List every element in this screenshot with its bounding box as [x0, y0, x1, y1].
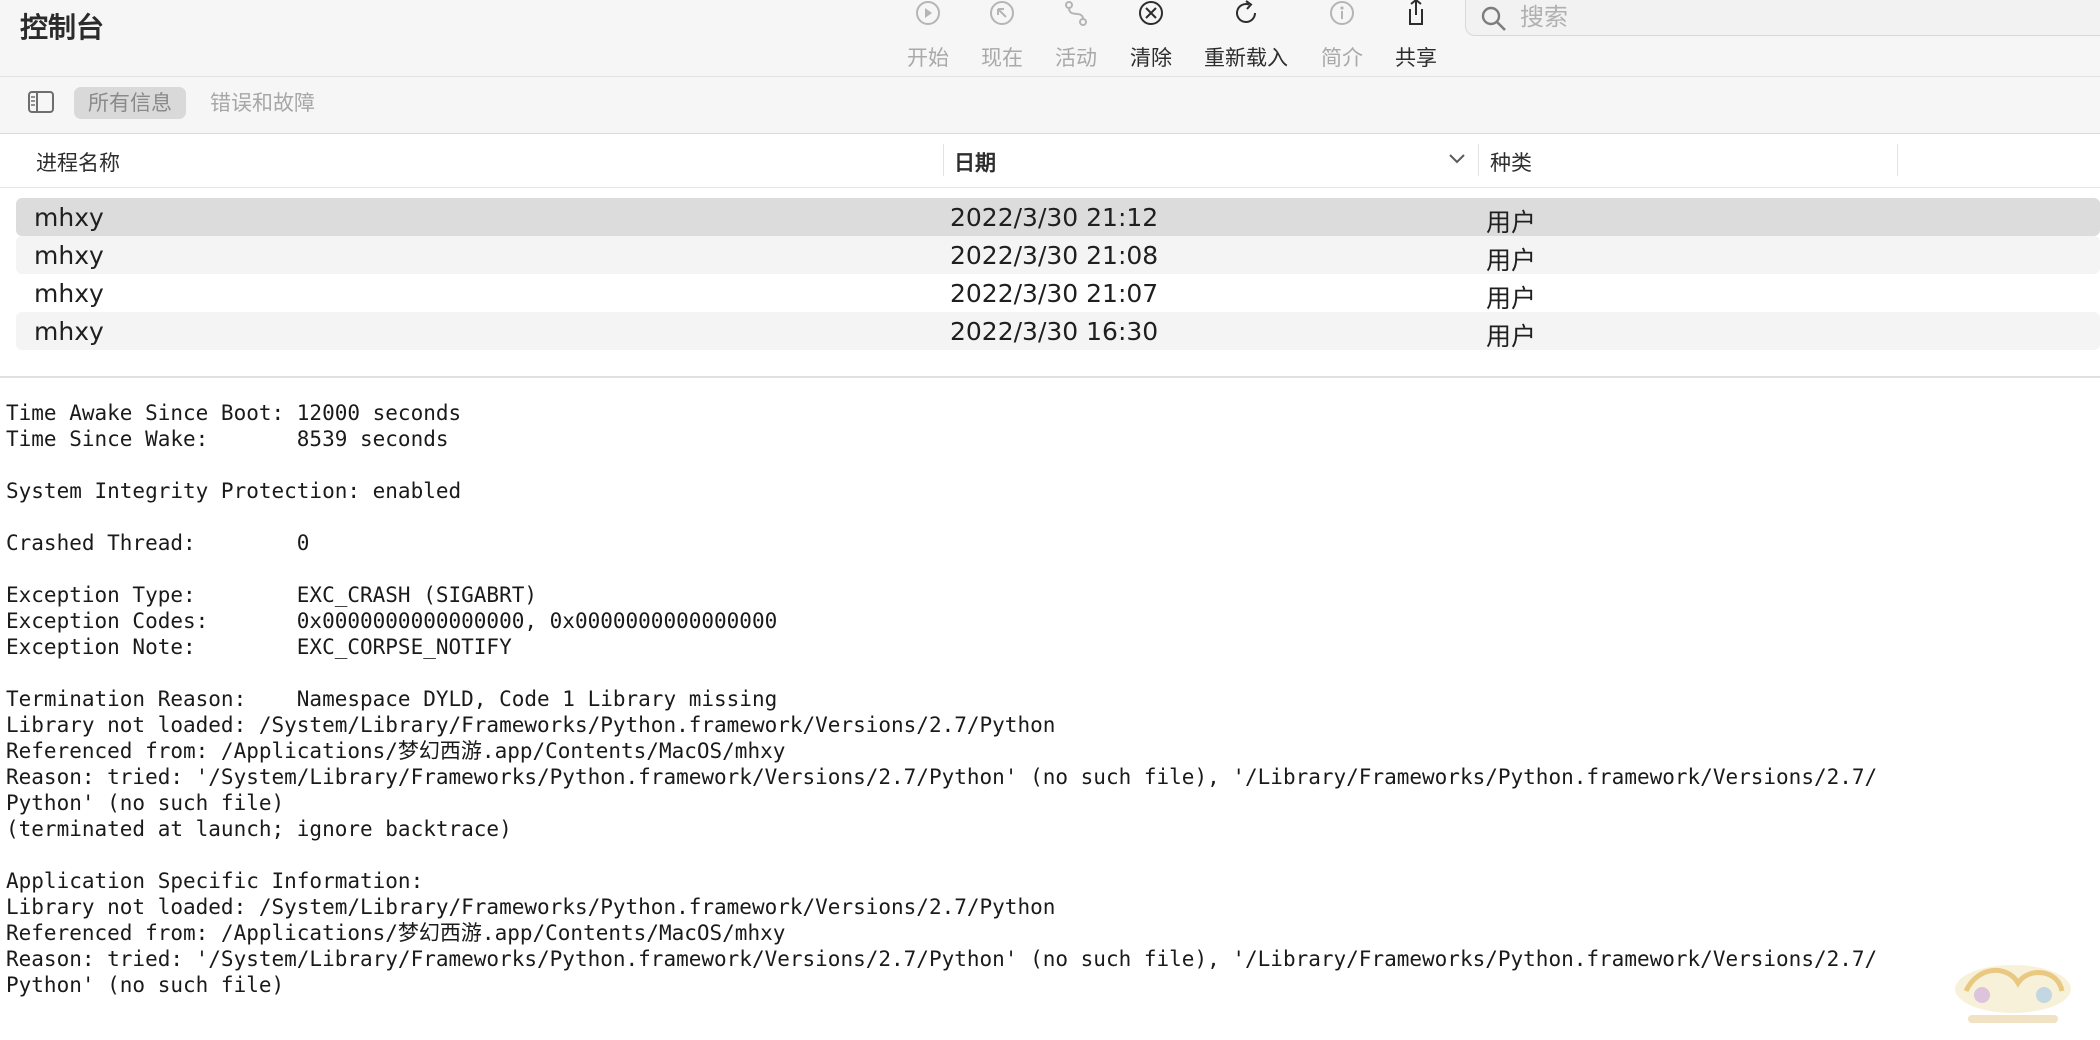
start-button[interactable]: 开始 [907, 0, 949, 76]
chevron-down-icon [1449, 154, 1465, 164]
crash-report-text[interactable]: Time Awake Since Boot: 12000 seconds Tim… [6, 400, 2086, 1000]
now-button[interactable]: 现在 [981, 0, 1023, 76]
process-table: mhxy 2022/3/30 21:12 用户 mhxy 2022/3/30 2… [16, 198, 2100, 351]
activity-button[interactable]: 活动 [1055, 0, 1097, 76]
filter-all-messages[interactable]: 所有信息 [74, 87, 186, 119]
cell-date: 2022/3/30 21:08 [950, 241, 1159, 270]
info-button[interactable]: 简介 [1320, 0, 1364, 76]
table-row[interactable]: mhxy 2022/3/30 21:12 用户 [16, 198, 2100, 237]
column-separator[interactable] [1478, 144, 1479, 176]
reload-button[interactable]: 重新载入 [1202, 0, 1290, 76]
activity-label: 活动 [1055, 46, 1097, 70]
filter-errors-faults[interactable]: 错误和故障 [196, 87, 329, 119]
info-icon [1330, 1, 1354, 25]
column-separator[interactable] [943, 144, 944, 176]
search-icon [1481, 6, 1506, 31]
column-header-process[interactable]: 进程名称 [36, 147, 120, 177]
clear-label: 清除 [1130, 46, 1172, 70]
cell-process: mhxy [34, 203, 104, 232]
clear-button[interactable]: 清除 [1130, 0, 1172, 76]
share-icon [1409, 0, 1423, 25]
clear-x-icon [1139, 1, 1163, 25]
cell-type: 用户 [1486, 322, 1537, 351]
column-separator[interactable] [1897, 144, 1898, 176]
info-label: 简介 [1321, 46, 1363, 70]
search-field[interactable] [1465, 0, 2100, 36]
split-divider[interactable] [0, 376, 2100, 378]
column-header-date[interactable]: 日期 [954, 147, 996, 177]
cell-type: 用户 [1486, 246, 1537, 275]
play-icon [916, 1, 940, 25]
table-row[interactable]: mhxy 2022/3/30 21:08 用户 [16, 236, 2100, 275]
cell-type: 用户 [1486, 284, 1537, 313]
cell-type: 用户 [1486, 208, 1537, 237]
toolbar: 控制台 开始 现在 活动 清除 重新载入 简介 共享 搜索 [0, 0, 2100, 77]
cell-date: 2022/3/30 21:12 [950, 203, 1159, 232]
watermark-logo [1955, 965, 2071, 1023]
cell-process: mhxy [34, 241, 104, 270]
filter-bar: 所有信息 错误和故障 [0, 77, 2100, 134]
table-header: 进程名称 日期 种类 [0, 134, 2100, 188]
reload-label: 重新载入 [1204, 46, 1288, 70]
cell-process: mhxy [34, 279, 104, 308]
share-label: 共享 [1395, 46, 1437, 70]
app-title: 控制台 [20, 11, 105, 44]
share-button[interactable]: 共享 [1394, 0, 1438, 76]
arrow-up-left-icon [990, 1, 1014, 25]
cell-date: 2022/3/30 21:07 [950, 279, 1159, 308]
column-header-type[interactable]: 种类 [1490, 147, 1532, 177]
reload-icon [1236, 0, 1256, 23]
cell-date: 2022/3/30 16:30 [950, 317, 1159, 346]
search-input[interactable] [1518, 1, 2082, 33]
cell-process: mhxy [34, 317, 104, 346]
activity-icon [1065, 1, 1087, 26]
table-row[interactable]: mhxy 2022/3/30 21:07 用户 [16, 274, 2100, 313]
start-label: 开始 [907, 46, 949, 70]
sidebar-toggle-icon[interactable] [28, 91, 54, 113]
table-row[interactable]: mhxy 2022/3/30 16:30 用户 [16, 312, 2100, 351]
now-label: 现在 [981, 46, 1023, 70]
